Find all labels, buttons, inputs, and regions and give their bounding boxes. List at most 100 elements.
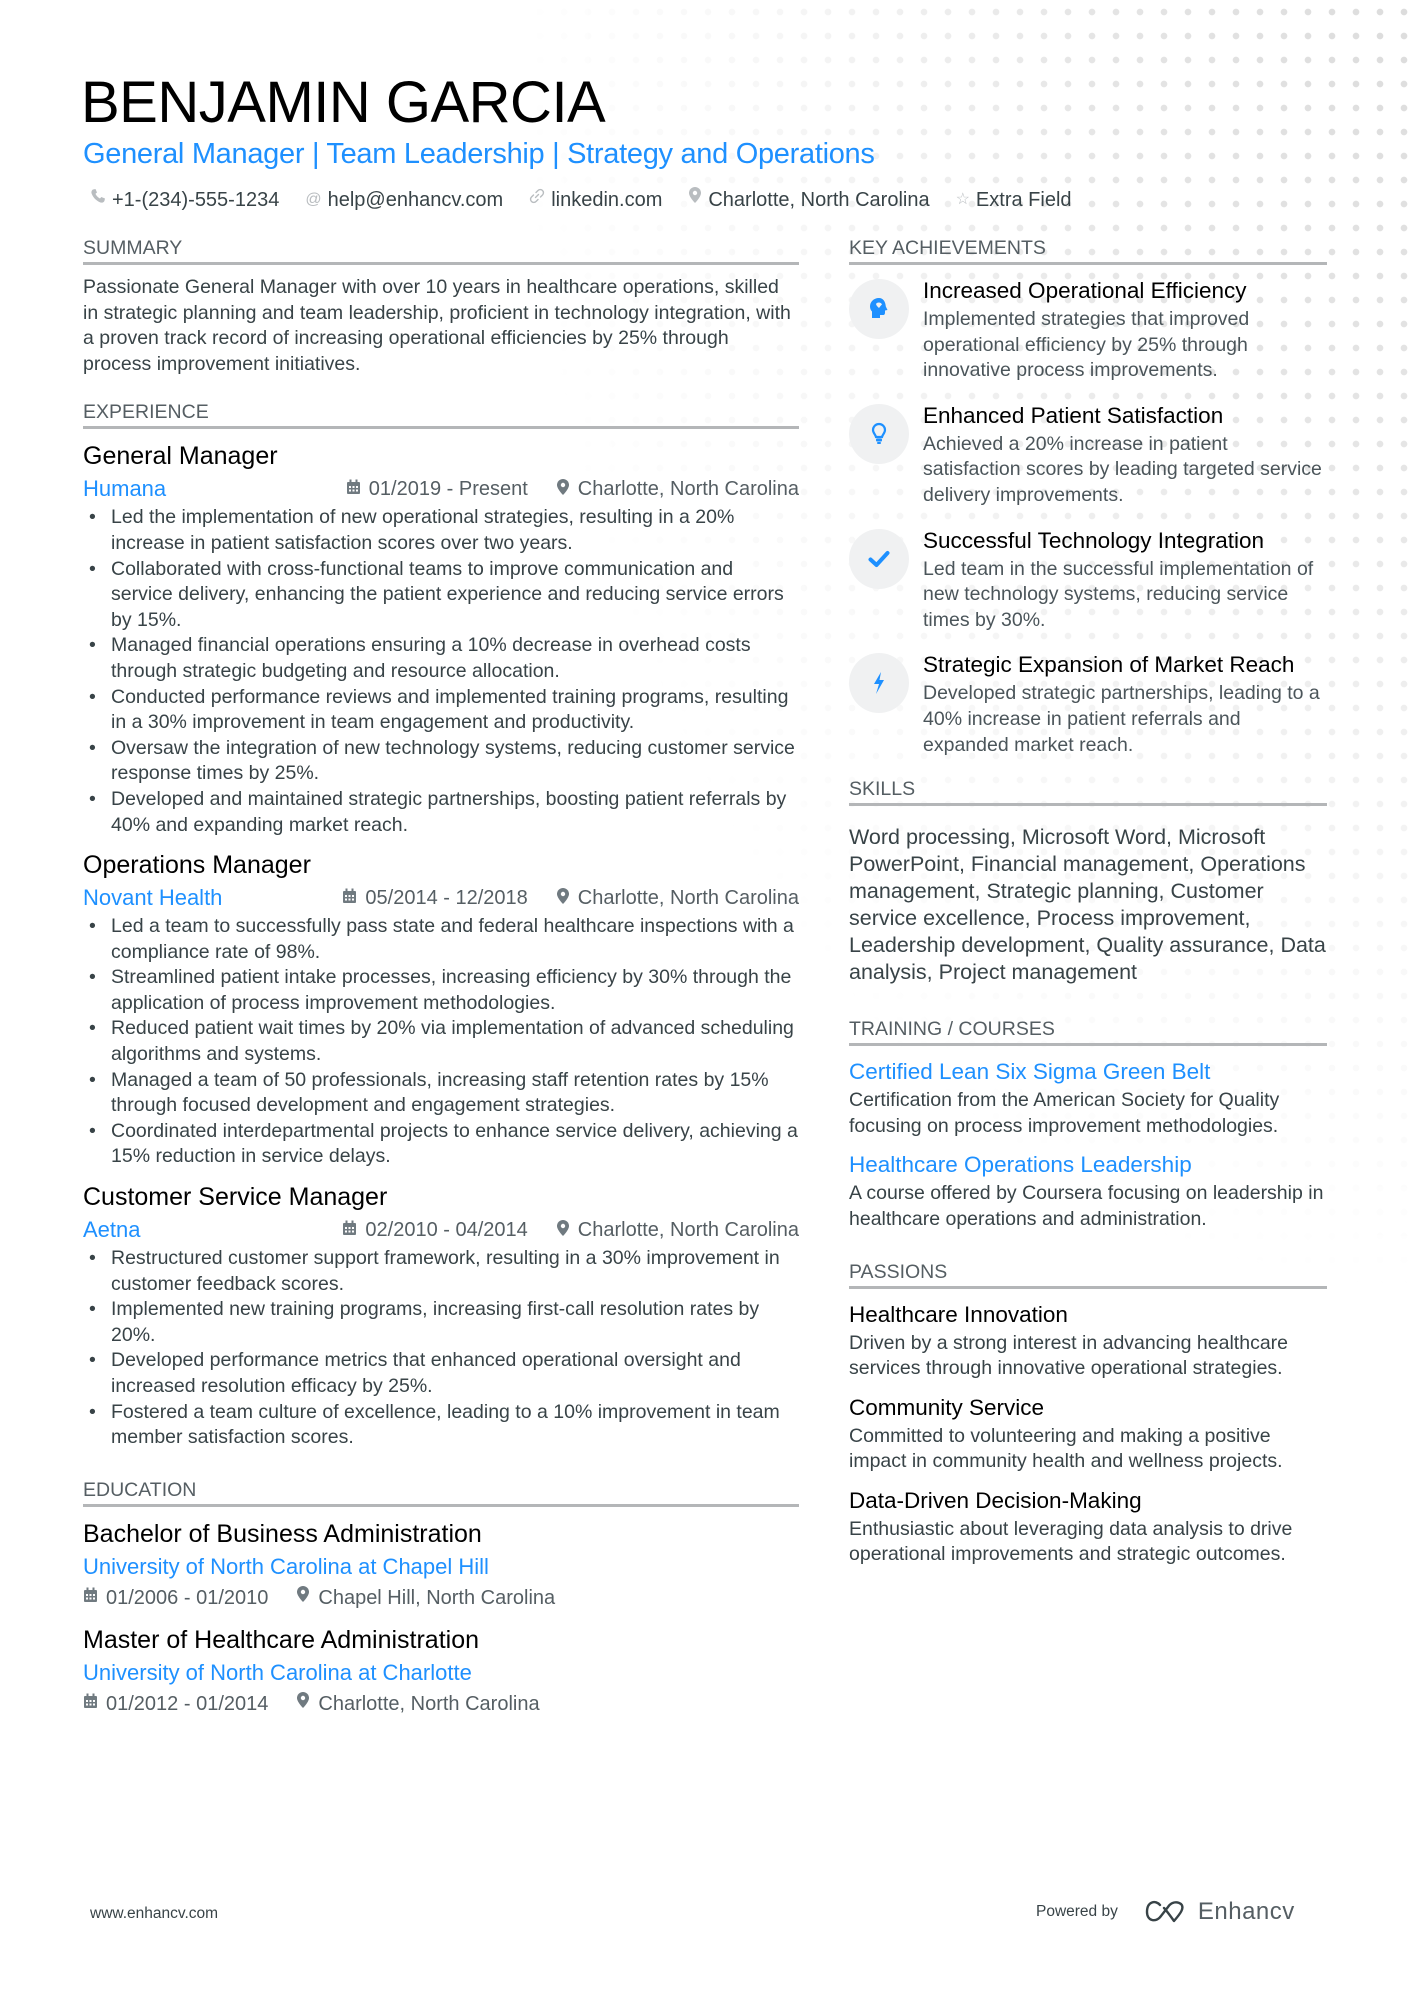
bullet-item: Led the implementation of new operationa…	[89, 505, 799, 556]
enhancv-logo[interactable]: Enhancv	[1144, 1898, 1295, 1926]
bullet-item: Collaborated with cross-functional teams…	[89, 557, 799, 634]
achievement-title: Strategic Expansion of Market Reach	[923, 652, 1295, 678]
left-column: SUMMARY Passionate General Manager with …	[83, 235, 799, 1719]
bullet-item: Coordinated interdepartmental projects t…	[89, 1119, 799, 1170]
achievement-item: Enhanced Patient Satisfaction Achieved a…	[849, 400, 1327, 509]
location-pin-icon	[296, 1689, 310, 1719]
bullet-item: Fostered a team culture of excellence, l…	[89, 1400, 799, 1451]
passions-section: PASSIONS Healthcare Innovation Driven by…	[849, 1259, 1327, 1569]
education-dates: 01/2012 - 01/2014	[106, 1692, 269, 1715]
job-title: General Manager	[83, 442, 278, 471]
job-meta: Aetna 02/2010 - 04/2014 Charlotte, North…	[83, 1214, 799, 1246]
school-name[interactable]: University of North Carolina at Charlott…	[83, 1657, 799, 1689]
contact-row: +1-(234)-555-1234 @ help@enhancv.com lin…	[90, 186, 1072, 214]
location-pin-icon	[296, 1583, 310, 1613]
at-icon: @	[305, 191, 322, 208]
bullet-item: Implemented new training programs, incre…	[89, 1297, 799, 1348]
contact-email[interactable]: @ help@enhancv.com	[305, 186, 503, 214]
achievement-item: Strategic Expansion of Market Reach Deve…	[849, 649, 1327, 758]
candidate-headline: General Manager | Team Leadership | Stra…	[83, 138, 875, 170]
achievement-description: Led team in the successful implementatio…	[923, 557, 1314, 631]
section-title-experience: EXPERIENCE	[83, 399, 799, 430]
footer-website-link[interactable]: www.enhancv.com	[90, 1905, 218, 1923]
section-title-summary: SUMMARY	[83, 235, 799, 265]
experience-item: Customer Service Manager Aetna 02/2010 -…	[83, 1180, 799, 1451]
calendar-icon	[346, 479, 361, 500]
passion-title: Healthcare Innovation	[849, 1301, 1068, 1327]
passion-item: Data-Driven Decision-Making Enthusiastic…	[849, 1485, 1327, 1568]
bullet-item: Conducted performance reviews and implem…	[89, 685, 799, 736]
course-title[interactable]: Certified Lean Six Sigma Green Belt	[849, 1056, 1327, 1088]
brand-name: Enhancv	[1197, 1898, 1295, 1925]
company-name[interactable]: Novant Health	[83, 885, 222, 911]
location-pin-icon	[556, 887, 570, 910]
location-text: Charlotte, North Carolina	[708, 189, 930, 211]
section-title-training: TRAINING / COURSES	[849, 1016, 1327, 1047]
brain-head-icon	[849, 279, 909, 339]
achievement-title: Successful Technology Integration	[923, 527, 1265, 553]
extra-field-text: Extra Field	[975, 189, 1072, 211]
contact-location: Charlotte, North Carolina	[688, 186, 930, 214]
passion-title: Community Service	[849, 1394, 1045, 1420]
job-dates: 05/2014 - 12/2018	[365, 886, 528, 909]
bullet-item: Developed and maintained strategic partn…	[89, 787, 799, 838]
lightbulb-icon	[849, 403, 909, 464]
achievement-item: Successful Technology Integration Led te…	[849, 525, 1327, 634]
job-dates: 02/2010 - 04/2014	[365, 1218, 528, 1241]
footer-powered-by: Powered by Enhancv	[1036, 1898, 1295, 1926]
linkedin-text: linkedin.com	[551, 189, 663, 211]
company-name[interactable]: Humana	[83, 476, 166, 502]
contact-linkedin[interactable]: linkedin.com	[529, 186, 662, 214]
section-title-education: EDUCATION	[83, 1477, 799, 1507]
right-column: KEY ACHIEVEMENTS Increased Operational E…	[849, 235, 1327, 1578]
bullet-item: Oversaw the integration of new technolog…	[89, 736, 799, 787]
education-item: Master of Healthcare Administration Univ…	[83, 1623, 799, 1719]
phone-icon	[90, 186, 106, 214]
passion-item: Community Service Committed to volunteer…	[849, 1392, 1327, 1475]
phone-text: +1-(234)-555-1234	[112, 189, 280, 211]
bullet-item: Developed performance metrics that enhan…	[89, 1348, 799, 1399]
course-title[interactable]: Healthcare Operations Leadership	[849, 1149, 1327, 1181]
passion-description: Enthusiastic about leveraging data analy…	[849, 1517, 1293, 1566]
passion-item: Healthcare Innovation Driven by a strong…	[849, 1299, 1327, 1382]
email-text: help@enhancv.com	[327, 189, 504, 211]
location-pin-icon	[556, 1219, 570, 1242]
degree-title: Bachelor of Business Administration	[83, 1519, 482, 1548]
job-title: Operations Manager	[83, 851, 311, 880]
powered-by-label: Powered by	[1036, 1903, 1118, 1920]
job-location: Charlotte, North Carolina	[577, 886, 799, 909]
course-item: Healthcare Operations Leadership A cours…	[849, 1149, 1327, 1232]
bullet-item: Managed a team of 50 professionals, incr…	[89, 1068, 799, 1119]
star-icon: ☆	[955, 191, 970, 208]
job-bullets: Led a team to successfully pass state an…	[83, 914, 799, 1170]
contact-phone[interactable]: +1-(234)-555-1234	[90, 186, 279, 214]
achievement-description: Achieved a 20% increase in patient satis…	[923, 432, 1322, 506]
achievement-description: Implemented strategies that improved ope…	[923, 308, 1250, 382]
skills-list: Word processing, Microsoft Word, Microso…	[849, 825, 1326, 985]
company-name[interactable]: Aetna	[83, 1217, 141, 1243]
checkmark-icon	[849, 528, 909, 589]
education-dates: 01/2006 - 01/2010	[106, 1586, 269, 1609]
lightning-bolt-icon	[849, 653, 909, 714]
bullet-item: Managed financial operations ensuring a …	[89, 633, 799, 684]
job-location: Charlotte, North Carolina	[577, 477, 799, 500]
achievement-description: Developed strategic partnerships, leadin…	[923, 682, 1320, 756]
enhancv-logo-icon	[1145, 1900, 1184, 1923]
course-item: Certified Lean Six Sigma Green Belt Cert…	[849, 1056, 1327, 1139]
job-bullets: Led the implementation of new operationa…	[83, 505, 799, 838]
section-title-achievements: KEY ACHIEVEMENTS	[849, 235, 1327, 265]
school-name[interactable]: University of North Carolina at Chapel H…	[83, 1551, 799, 1583]
degree-title: Master of Healthcare Administration	[83, 1625, 480, 1654]
achievement-title: Increased Operational Efficiency	[923, 278, 1247, 303]
bullet-item: Led a team to successfully pass state an…	[89, 914, 799, 965]
experience-section: EXPERIENCE General Manager Humana 01/201…	[83, 399, 799, 1450]
job-dates: 01/2019 - Present	[368, 477, 528, 500]
course-description: A course offered by Coursera focusing on…	[849, 1182, 1324, 1230]
passion-description: Committed to volunteering and making a p…	[849, 1424, 1283, 1473]
job-meta: Novant Health 05/2014 - 12/2018 Charlott…	[83, 882, 799, 914]
course-description: Certification from the American Society …	[849, 1089, 1280, 1137]
job-meta: Humana 01/2019 - Present Charlotte, Nort…	[83, 473, 799, 505]
passion-title: Data-Driven Decision-Making	[849, 1487, 1142, 1513]
experience-item: Operations Manager Novant Health 05/2014…	[83, 848, 799, 1170]
skills-section: SKILLS Word processing, Microsoft Word, …	[849, 776, 1327, 986]
